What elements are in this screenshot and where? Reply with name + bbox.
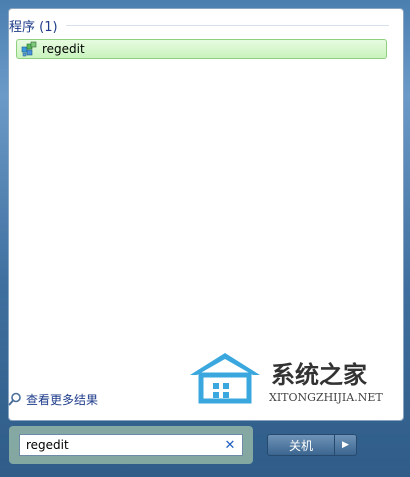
- shutdown-button[interactable]: 关机: [267, 434, 335, 456]
- programs-section-title: 程序 (1): [9, 19, 58, 35]
- search-input[interactable]: [20, 437, 222, 453]
- search-icon: [8, 392, 21, 406]
- see-more-label: 查看更多结果: [26, 392, 99, 407]
- search-box[interactable]: ✕: [19, 434, 243, 456]
- shutdown-options-button[interactable]: ▶: [335, 434, 357, 456]
- registry-editor-icon: [21, 41, 37, 57]
- result-item-label: regedit: [42, 42, 85, 56]
- programs-section-header: 程序 (1): [9, 16, 389, 35]
- close-icon[interactable]: ✕: [222, 437, 238, 453]
- triangle-right-icon: ▶: [342, 440, 349, 450]
- shutdown-label: 关机: [288, 438, 313, 453]
- shutdown-controls: 关机 ▶: [267, 434, 357, 456]
- start-menu: 程序 (1) regedit 查看更多结果 系统之家 XITONGZHIJIA.…: [0, 0, 410, 477]
- section-divider: [65, 24, 389, 26]
- result-item-regedit[interactable]: regedit: [16, 39, 387, 59]
- search-results-panel: [8, 8, 404, 421]
- see-more-results-link[interactable]: 查看更多结果: [8, 391, 98, 407]
